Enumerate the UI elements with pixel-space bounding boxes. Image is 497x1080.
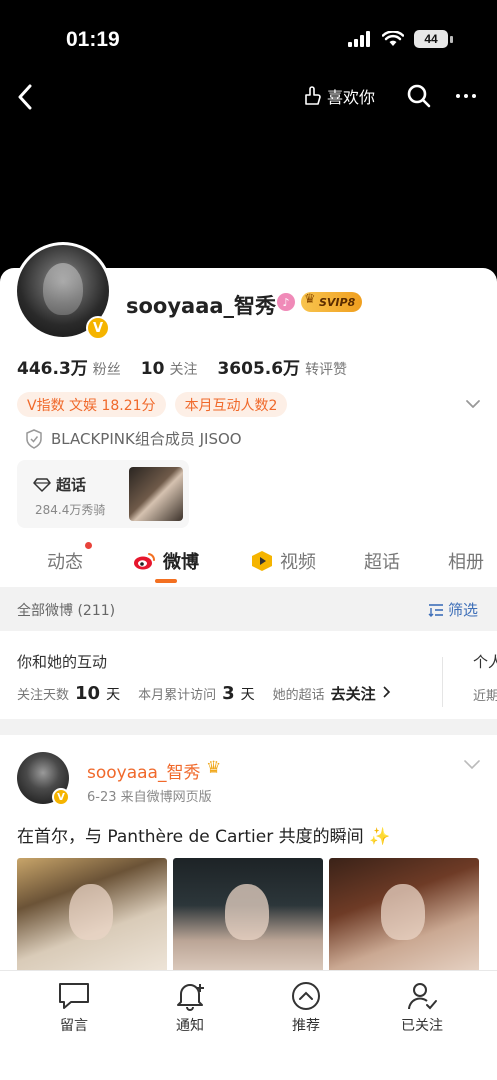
super-topic-thumbnail (129, 467, 183, 521)
profile-name: sooyaaa_智秀 (126, 294, 277, 318)
post-author[interactable]: sooyaaa_智秀 (87, 758, 200, 783)
visits-value: 3 (222, 683, 235, 704)
user-check-icon (408, 983, 437, 1010)
back-button[interactable] (10, 82, 40, 112)
personal-section-title: 个人 (473, 653, 497, 671)
notify-button[interactable]: 通知 (150, 981, 230, 1035)
recommend-button[interactable]: 推荐 (266, 981, 346, 1035)
post-options-button[interactable] (462, 757, 482, 773)
chevron-up-circle-icon (292, 982, 320, 1010)
chat-bubble-icon (59, 983, 89, 1009)
bottom-bar: 留言 通知 推荐 已关注 (0, 970, 497, 1080)
video-play-icon (252, 551, 272, 571)
chevron-down-icon (464, 760, 480, 770)
wifi-icon (382, 31, 404, 46)
top-nav: 喜欢你 (0, 80, 497, 116)
weibo-logo-icon (134, 553, 156, 570)
post-photo[interactable] (329, 858, 479, 976)
status-time: 01:19 (66, 28, 120, 51)
filter-icon (428, 603, 443, 617)
chevron-left-icon (18, 84, 32, 110)
profile-stats: 446.3万 粉丝 10 关注 3605.6万 转评赞 (17, 354, 347, 379)
verification-text: BLACKPINK组合成员 JISOO (51, 430, 242, 448)
super-topic-count: 284.4万秀骑 (35, 503, 106, 517)
post-photo[interactable] (17, 858, 167, 976)
interaction-title: 你和她的互动 (17, 653, 108, 671)
profile-tabs: 动态 微博 视频 超话 相册 (0, 542, 497, 586)
notification-dot (85, 542, 92, 549)
weibo-post: V sooyaaa_智秀 ♛ 6-23 来自微博网页版 在首尔，与 Panthè… (0, 735, 497, 976)
verified-v-icon: V (52, 788, 70, 806)
bell-plus-icon (177, 984, 204, 1011)
more-dot-icon (456, 94, 460, 98)
cellular-signal-icon (348, 31, 370, 47)
tab-super-topic[interactable]: 超话 (364, 548, 400, 574)
recent-label: 近期 (473, 689, 497, 704)
post-photos (17, 858, 479, 976)
post-photo[interactable] (173, 858, 323, 976)
super-topic-card[interactable]: 超话 284.4万秀骑 (17, 460, 189, 528)
post-text: 在首尔，与 Panthère de Cartier 共度的瞬间 ✨ (17, 827, 391, 847)
hand-heart-icon (305, 86, 321, 105)
search-button[interactable] (406, 83, 432, 109)
svip-badge[interactable]: SVIP8 (301, 292, 363, 312)
like-you-button[interactable]: 喜欢你 (302, 84, 375, 108)
verification-info: BLACKPINK组合成员 JISOO (25, 428, 242, 449)
member-pink-icon[interactable]: ♪ (277, 293, 295, 311)
stat-following[interactable]: 10 关注 (141, 359, 198, 379)
diamond-icon (33, 477, 51, 492)
monthly-interaction-tag[interactable]: 本月互动人数2 (174, 392, 288, 417)
status-bar: 01:19 44 (0, 22, 497, 62)
all-weibo-count[interactable]: 全部微博 (211) (17, 600, 115, 620)
verified-v-icon: V (86, 316, 110, 340)
tab-feed[interactable]: 动态 (47, 548, 83, 574)
more-button[interactable] (452, 83, 480, 109)
stat-engagement[interactable]: 3605.6万 转评赞 (217, 354, 347, 379)
stat-fans[interactable]: 446.3万 粉丝 (17, 354, 121, 379)
chevron-down-icon (466, 400, 480, 408)
super-topic-title: 超话 (56, 476, 87, 494)
follow-super-topic-link[interactable]: 去关注 (331, 683, 376, 704)
expand-profile-button[interactable] (463, 394, 483, 414)
like-you-label: 喜欢你 (327, 88, 376, 107)
active-tab-indicator (155, 579, 177, 583)
filter-button[interactable]: 筛选 (428, 599, 478, 620)
chevron-right-icon (383, 686, 390, 698)
crown-icon: ♛ (206, 758, 222, 778)
message-button[interactable]: 留言 (34, 981, 114, 1035)
filter-bar: 全部微博 (211) 筛选 (0, 587, 497, 631)
search-icon (407, 84, 431, 108)
battery-icon: 44 (414, 30, 448, 48)
tab-weibo[interactable]: 微博 (133, 548, 199, 574)
post-meta: 6-23 来自微博网页版 (87, 790, 212, 805)
interaction-panel: 你和她的互动 关注天数 10 天 本月累计访问 3 天 她的超话 去关注 个人 … (0, 631, 497, 719)
tab-album[interactable]: 相册 (448, 548, 484, 574)
follow-days-value: 10 (75, 683, 101, 704)
shield-check-icon (26, 428, 42, 449)
profile-tags: V指数 文娱 18.21分 本月互动人数2 (17, 392, 288, 417)
v-index-tag[interactable]: V指数 文娱 18.21分 (17, 392, 166, 417)
more-dot-icon (464, 94, 468, 98)
tab-video[interactable]: 视频 (250, 548, 316, 574)
more-dot-icon (472, 94, 476, 98)
following-button[interactable]: 已关注 (382, 981, 462, 1035)
